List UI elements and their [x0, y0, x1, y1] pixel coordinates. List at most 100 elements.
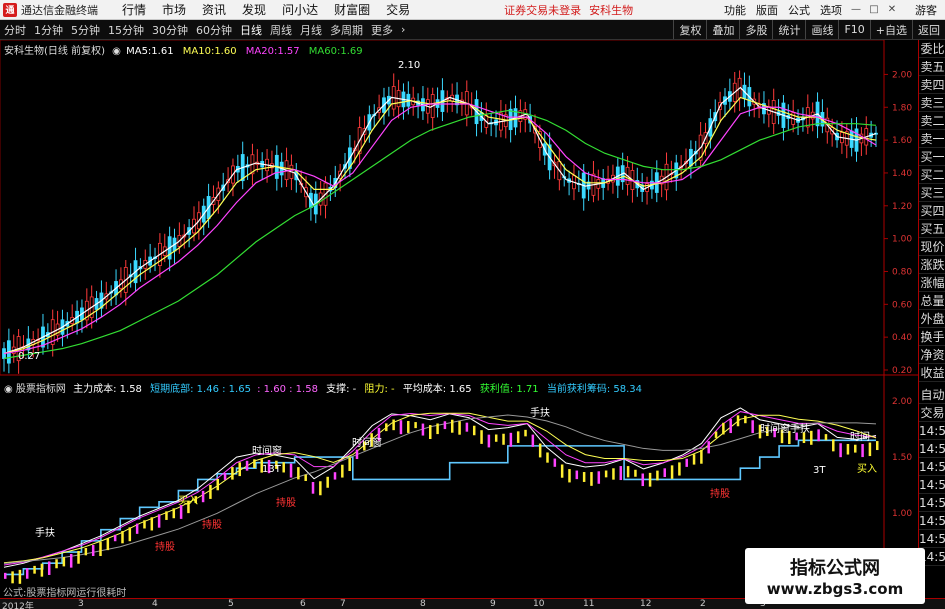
overlay-button[interactable]: 叠加	[706, 20, 739, 39]
sidebar-item-buy1[interactable]: 买一	[919, 148, 945, 166]
ma-line-ma60	[3, 109, 877, 360]
guest-label[interactable]: 游客	[915, 2, 937, 18]
indicator-bar	[282, 462, 285, 473]
indicator-bar	[641, 473, 645, 487]
back-button[interactable]: 返回	[912, 20, 945, 39]
indicator-bar	[707, 441, 710, 454]
annotation-3t: 3T	[813, 465, 826, 476]
indicator-bar	[582, 472, 586, 482]
sidebar-item-buy5[interactable]: 买五	[919, 220, 945, 238]
indicator-bar	[868, 442, 872, 457]
close-icon[interactable]: ✕	[885, 3, 899, 17]
menu-item-quotes[interactable]: 行情	[114, 1, 154, 18]
annotation-buy-1: 买入	[178, 496, 198, 507]
indicator-settings-icon[interactable]: ◉	[4, 384, 13, 395]
sidebar-item-turnover[interactable]: 换手	[919, 328, 945, 346]
period-tab-multi[interactable]: 多周期	[326, 22, 367, 38]
menu-item-wealth[interactable]: 财富圈	[326, 1, 378, 18]
menu-item-formula[interactable]: 公式	[783, 2, 815, 18]
sidebar-item-change[interactable]: 涨跌	[919, 256, 945, 274]
sidebar-item-price[interactable]: 现价	[919, 238, 945, 256]
indicator-bar	[861, 444, 864, 458]
indicator-bar	[33, 565, 36, 574]
annotation-hold-4: 持股	[710, 489, 730, 500]
period-tab-weekly[interactable]: 周线	[266, 22, 296, 38]
menu-item-options[interactable]: 选项	[815, 2, 847, 18]
sidebar-item-buy3[interactable]: 买三	[919, 184, 945, 202]
sidebar-item-outer[interactable]: 外盘	[919, 310, 945, 328]
indicator-bar	[443, 421, 447, 430]
chevron-right-icon[interactable]: ›	[397, 23, 409, 36]
app-title: 通达信金融终端	[21, 3, 98, 17]
sidebar-item-net-assets[interactable]: 净资	[919, 346, 945, 364]
indicator-bar	[663, 468, 666, 478]
f10-button[interactable]: F10	[838, 20, 869, 39]
menu-item-ask[interactable]: 问小达	[274, 1, 326, 18]
main-y-axis-ticks: 2.00 1.80 1.60 1.40 1.20 1.00 0.80 0.60 0.40 0.20	[884, 70, 912, 376]
period-tab-more[interactable]: 更多	[367, 22, 397, 38]
menu-item-function[interactable]: 功能	[719, 2, 751, 18]
period-tab-1min[interactable]: 1分钟	[30, 22, 67, 38]
indicator-bar	[69, 553, 73, 568]
login-notice[interactable]: 证券交易未登录	[504, 2, 581, 18]
sidebar-item-sell5[interactable]: 卖五	[919, 58, 945, 76]
menu-item-layout[interactable]: 版面	[751, 2, 783, 18]
sidebar-item-buy4[interactable]: 买四	[919, 202, 945, 220]
add-watchlist-button[interactable]: +自选	[869, 20, 912, 39]
multi-stock-button[interactable]: 多股	[739, 20, 772, 39]
indicator-bar	[736, 415, 740, 427]
chart-area[interactable]: 2.00 1.80 1.60 1.40 1.20 1.00 0.80 0.60 0.40 0.20…	[0, 40, 918, 599]
indicator-bar	[297, 467, 300, 480]
indicator-bar	[245, 460, 249, 471]
period-tab-5min[interactable]: 5分钟	[67, 22, 104, 38]
main-chart-title: 安科生物(日线 前复权)	[4, 46, 105, 57]
sidebar-item-volume[interactable]: 总量	[919, 292, 945, 310]
ma20-label: MA20:1.57	[245, 46, 300, 57]
period-tab-intraday[interactable]: 分时	[0, 22, 30, 38]
sidebar-item-auto[interactable]: 自动	[919, 386, 945, 404]
sidebar-item-change-pct[interactable]: 涨幅	[919, 274, 945, 292]
draw-button[interactable]: 画线	[805, 20, 838, 39]
sidebar-item-sell2[interactable]: 卖二	[919, 112, 945, 130]
period-tab-15min[interactable]: 15分钟	[104, 22, 148, 38]
indicator-bar	[839, 443, 842, 458]
menu-item-news[interactable]: 资讯	[194, 1, 234, 18]
x-label-8: 8	[420, 599, 426, 609]
stats-button[interactable]: 统计	[772, 20, 805, 39]
indicator-bar	[289, 463, 293, 478]
minimize-icon[interactable]: —	[849, 3, 863, 17]
chart-svg[interactable]: 2.00 1.80 1.60 1.40 1.20 1.00 0.80 0.60 0.40 0.20…	[0, 40, 918, 598]
sidebar-item-sell4[interactable]: 卖四	[919, 76, 945, 94]
sidebar-item-earnings[interactable]: 收益	[919, 364, 945, 382]
adjust-button[interactable]: 复权	[673, 20, 706, 39]
indicator-bar	[231, 467, 234, 480]
sidebar-item-sell3[interactable]: 卖三	[919, 94, 945, 112]
support-label: 支撑: -	[326, 384, 357, 395]
period-tab-30min[interactable]: 30分钟	[148, 22, 192, 38]
indicator-bar	[399, 420, 403, 435]
indicator-bar	[319, 481, 322, 496]
indicator-bar	[216, 478, 220, 491]
indicator-bar	[524, 429, 527, 437]
x-label-5: 5	[228, 599, 234, 609]
period-tab-60min[interactable]: 60分钟	[192, 22, 236, 38]
period-tab-monthly[interactable]: 月线	[296, 22, 326, 38]
sidebar-item-weibi[interactable]: 委比	[919, 40, 945, 58]
sidebar-item-sell1[interactable]: 卖一	[919, 130, 945, 148]
indicator-bar	[385, 423, 388, 432]
menu-item-market[interactable]: 市场	[154, 1, 194, 18]
sub-y-tick-label: 2.00	[892, 397, 912, 407]
menu-item-discover[interactable]: 发现	[234, 1, 274, 18]
menu-item-trade[interactable]: 交易	[378, 1, 418, 18]
ma-settings-icon[interactable]: ◉	[112, 46, 121, 57]
ma5-label: MA5:1.61	[126, 46, 174, 57]
indicator-bar	[223, 473, 227, 480]
annotation-shoufu-2: 手扶	[35, 528, 55, 539]
sidebar-item-buy2[interactable]: 买二	[919, 166, 945, 184]
indicator-bar	[429, 425, 432, 439]
sidebar-item-trade[interactable]: 交易	[919, 404, 945, 422]
indicator-bar	[487, 434, 491, 448]
maximize-icon[interactable]: □	[867, 3, 881, 17]
period-tab-daily[interactable]: 日线	[236, 22, 266, 38]
indicator-bar	[348, 457, 351, 471]
